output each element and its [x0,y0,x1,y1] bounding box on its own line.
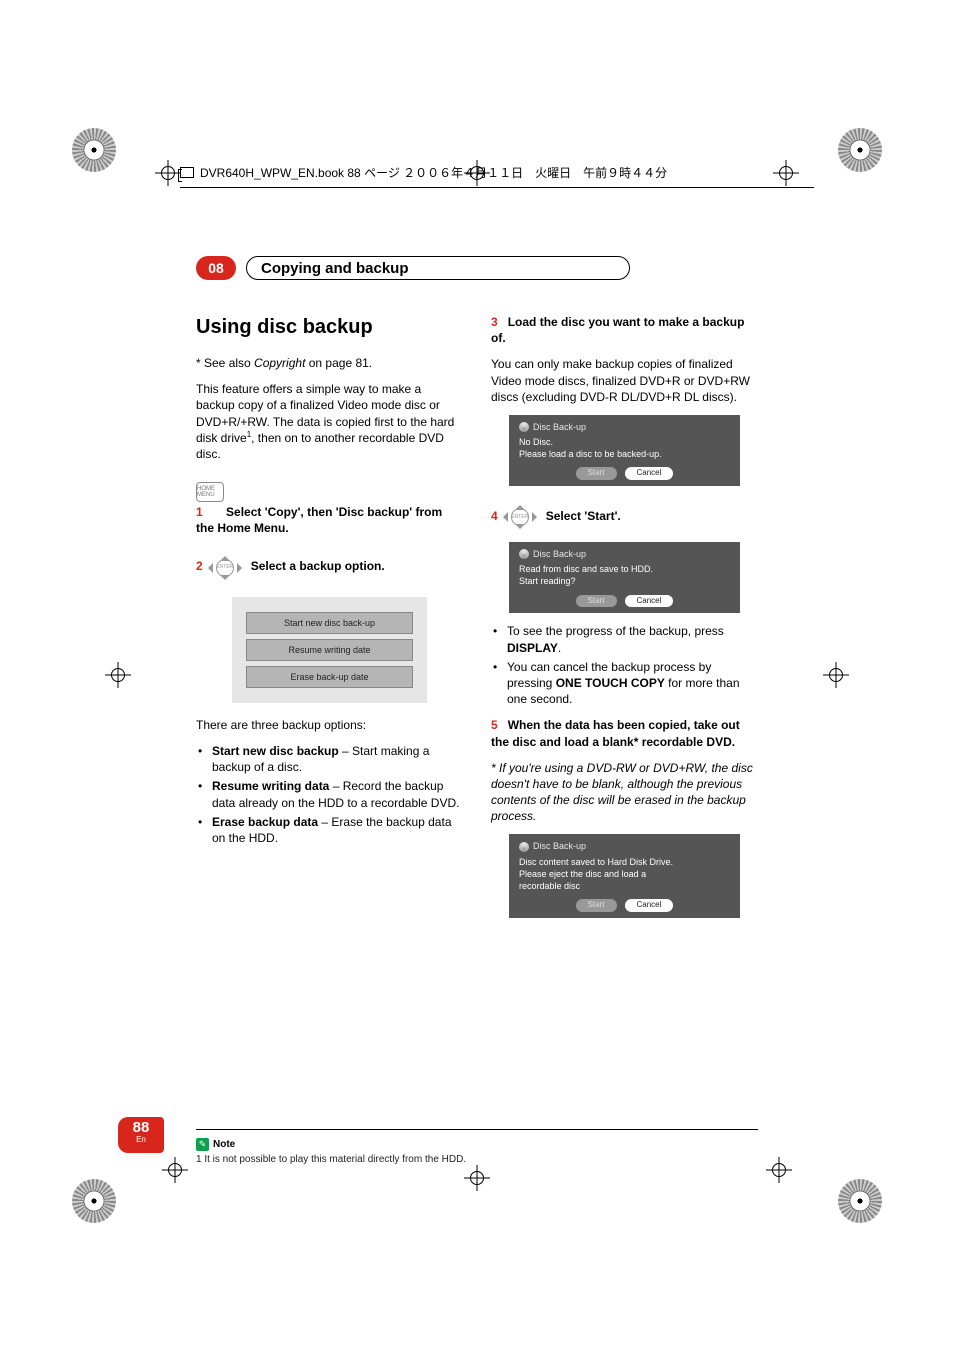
enter-dpad-icon: ENTER [500,502,540,532]
chapter-title: Copying and backup [261,260,409,277]
disc-icon [519,842,529,852]
crop-mark [72,128,116,172]
registration-mark [766,1157,792,1183]
footnote-section: ✎ Note 1 It is not possible to play this… [196,1129,758,1165]
post-start-bullets: To see the progress of the backup, press… [491,623,758,707]
list-item: To see the progress of the backup, press… [505,623,758,655]
chapter-title-pill: Copying and backup [246,256,630,280]
registration-mark [105,662,131,688]
chapter-bar: 08 Copying and backup [196,256,758,280]
chapter-number: 08 [196,256,236,280]
disc-backup-panel-2: Disc Back-up Read from disc and save to … [509,542,740,613]
panel-option: Resume writing date [246,639,413,661]
start-button: Start [576,899,617,912]
step-5: 5 When the data has been copied, take ou… [491,717,758,749]
right-column: 3 Load the disc you want to make a backu… [491,314,758,1121]
start-button: Start [576,595,617,608]
header-text: DVR640H_WPW_EN.book 88 ページ ２００６年４月１１日 火曜… [200,164,667,181]
left-column: Using disc backup * See also Copyright o… [196,314,463,1121]
options-bullets: Start new disc backup – Start making a b… [196,743,463,846]
step-2-text: Select a backup option. [251,558,385,574]
disc-backup-panel-1: Disc Back-up No Disc. Please load a disc… [509,415,740,486]
crop-mark [838,1179,882,1223]
list-item: Erase backup data – Erase the backup dat… [210,814,463,846]
step-3-para: You can only make backup copies of final… [491,356,758,405]
step-4-text: Select 'Start'. [546,508,621,524]
backup-options-panel: Start new disc back-up Resume writing da… [232,597,427,703]
disc-icon [519,422,529,432]
cancel-button: Cancel [625,899,674,912]
page-number-badge: 88 En [118,1117,164,1153]
cancel-button: Cancel [625,595,674,608]
book-icon [180,167,194,178]
start-button: Start [576,467,617,480]
panel-option: Start new disc back-up [246,612,413,634]
section-heading: Using disc backup [196,314,463,341]
enter-dpad-icon: ENTER [205,553,245,583]
registration-mark [162,1157,188,1183]
see-also: * See also Copyright on page 81. [196,355,463,371]
cancel-button: Cancel [625,467,674,480]
disc-icon [519,549,529,559]
note-badge: ✎ Note [196,1138,235,1151]
disc-backup-panel-3: Disc Back-up Disc content saved to Hard … [509,834,740,917]
step-5-note: * If you're using a DVD-RW or DVD+RW, th… [491,760,758,825]
home-menu-icon: HOME MENU [196,482,224,502]
list-item: Start new disc backup – Start making a b… [210,743,463,775]
registration-mark [823,662,849,688]
registration-mark [464,1165,490,1191]
step-1: 1 Select 'Copy', then 'Disc backup' from… [196,504,463,536]
crop-mark [838,128,882,172]
list-item: You can cancel the backup process by pre… [505,659,758,708]
panel-option: Erase back-up date [246,666,413,688]
list-item: Resume writing data – Record the backup … [210,778,463,810]
crop-mark [72,1179,116,1223]
step-4-number: 4 [491,508,498,524]
footnote-text: 1 It is not possible to play this materi… [196,1154,758,1165]
step-2-number: 2 [196,558,203,574]
file-header: DVR640H_WPW_EN.book 88 ページ ２００６年４月１１日 火曜… [180,162,814,192]
three-options-intro: There are three backup options: [196,717,463,733]
pencil-icon: ✎ [196,1138,209,1151]
step-3: 3 Load the disc you want to make a backu… [491,314,758,346]
intro-paragraph: This feature offers a simple way to make… [196,381,463,462]
